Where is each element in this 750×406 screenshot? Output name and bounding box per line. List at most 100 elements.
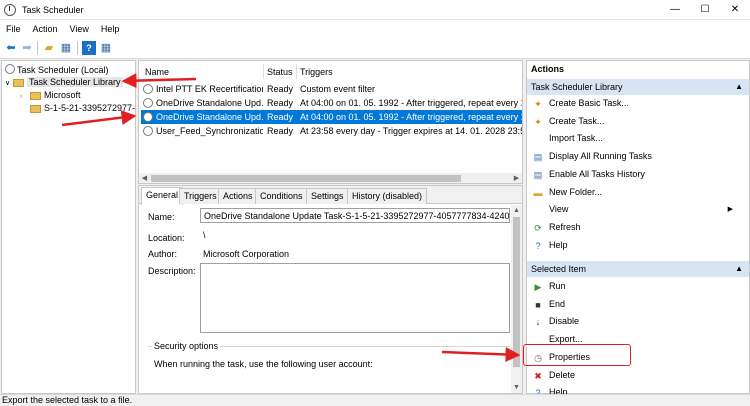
task-clock-icon — [143, 112, 153, 122]
scroll-right-icon[interactable]: ▶ — [511, 173, 522, 183]
column-header-status[interactable]: Status — [267, 67, 293, 77]
task-list: Name Status Triggers Intel PTT EK Recert… — [138, 60, 523, 184]
table-row[interactable]: OneDrive Standalone Upd... Ready At 04:0… — [141, 96, 522, 110]
table-row[interactable]: User_Feed_Synchronizatio... Ready At 23:… — [141, 124, 522, 138]
description-field[interactable] — [200, 263, 510, 333]
tree-item-local[interactable]: Task Scheduler (Local) — [5, 63, 109, 76]
title-bar: Task Scheduler — ☐ ✕ — [0, 0, 750, 20]
scroll-left-icon[interactable]: ◀ — [139, 173, 150, 183]
column-separator[interactable] — [263, 64, 264, 79]
collapse-caret-icon[interactable]: ▲ — [735, 261, 743, 277]
column-header-name[interactable]: Name — [145, 67, 169, 77]
help-icon[interactable]: ? — [82, 41, 96, 55]
menu-help[interactable]: Help — [95, 20, 126, 34]
security-options-label: Security options — [152, 341, 221, 351]
clock-icon — [5, 64, 15, 74]
tab-actions[interactable]: Actions — [218, 188, 258, 204]
disable-icon: ↓ — [535, 317, 541, 328]
action-item-refresh[interactable]: ⟳ Refresh — [527, 219, 749, 236]
collapse-caret-icon[interactable]: ▲ — [735, 79, 743, 95]
action-item-new-folder[interactable]: ▬ New Folder... — [527, 184, 749, 201]
task-clock-icon — [143, 84, 153, 94]
tree-item-sid-folder[interactable]: S-1-5-21-3395272977- — [30, 102, 135, 115]
name-label: Name: — [148, 212, 175, 222]
action-item-view[interactable]: View ▶ — [527, 201, 749, 218]
author-label: Author: — [148, 249, 178, 259]
action-item-enable-all-tasks-history[interactable]: ▤ Enable All Tasks History — [527, 166, 749, 183]
console-tree-icon[interactable]: ▦ — [59, 41, 73, 55]
tab-settings[interactable]: Settings — [306, 188, 349, 204]
menu-action[interactable]: Action — [27, 20, 64, 34]
properties-highlight-box — [523, 344, 631, 366]
column-separator[interactable] — [296, 64, 297, 79]
action-item-help[interactable]: ?Help — [527, 237, 749, 254]
end-icon: ■ — [535, 299, 541, 310]
tab-history[interactable]: History (disabled) — [347, 188, 428, 204]
tab-conditions[interactable]: Conditions — [255, 188, 308, 204]
scrollbar-thumb[interactable] — [151, 175, 461, 182]
scroll-up-icon[interactable]: ▲ — [511, 205, 522, 216]
create-basic-task-icon: ✦ — [534, 99, 542, 109]
console-tree: Task Scheduler (Local) ∨ Task Scheduler L… — [1, 60, 136, 394]
folder-up-icon[interactable]: ▰ — [42, 41, 56, 55]
action-item-delete[interactable]: ✖ Delete — [527, 367, 749, 384]
task-detail-pane: General Triggers Actions Conditions Sett… — [138, 185, 523, 394]
tab-triggers[interactable]: Triggers — [179, 188, 222, 204]
expand-chevron-icon[interactable]: › — [20, 90, 30, 103]
horizontal-scrollbar[interactable]: ◀ ▶ — [139, 173, 522, 183]
scrollbar-thumb[interactable] — [513, 217, 520, 367]
folder-icon — [13, 78, 24, 87]
action-item-end[interactable]: ■ End — [527, 296, 749, 313]
actions-header: Actions — [527, 61, 749, 78]
menu-bar: File Action View Help — [0, 20, 750, 37]
import-task-icon — [533, 134, 543, 144]
task-clock-icon — [143, 126, 153, 136]
close-button[interactable]: ✕ — [720, 0, 750, 20]
detail-tabs: General Triggers Actions Conditions Sett… — [139, 186, 522, 205]
table-row-selected[interactable]: OneDrive Standalone Upd... Ready At 04:0… — [141, 110, 522, 124]
toolbar-separator — [37, 41, 38, 55]
tree-item-microsoft[interactable]: › Microsoft — [20, 89, 81, 102]
create-task-icon: ✦ — [534, 116, 542, 127]
action-item-create-task[interactable]: ✦ Create Task... — [527, 113, 749, 130]
history-icon: ▤ — [533, 169, 543, 180]
scroll-down-icon[interactable]: ▼ — [511, 382, 522, 393]
maximize-button[interactable]: ☐ — [690, 0, 720, 20]
menu-file[interactable]: File — [0, 20, 27, 34]
new-folder-icon: ▬ — [533, 187, 543, 198]
action-item-run[interactable]: ▶ Run — [527, 278, 749, 295]
forward-arrow-icon[interactable]: ➡ — [20, 41, 34, 55]
action-item-display-all-running-tasks[interactable]: ▤ Display All Running Tasks — [527, 148, 749, 165]
menu-view[interactable]: View — [64, 20, 95, 34]
action-pane-icon[interactable]: ▦ — [99, 41, 113, 55]
section-selected-item[interactable]: Selected Item ▲ — [527, 261, 749, 277]
folder-icon — [30, 104, 41, 113]
section-library[interactable]: Task Scheduler Library ▲ — [527, 79, 749, 95]
vertical-scrollbar[interactable]: ▲ ▼ — [511, 205, 522, 393]
minimize-button[interactable]: — — [660, 0, 690, 20]
tab-general[interactable]: General — [141, 187, 184, 205]
description-label: Description: — [148, 266, 196, 276]
action-item-disable[interactable]: ↓ Disable — [527, 313, 749, 330]
delete-icon: ✖ — [534, 370, 542, 381]
status-bar: Export the selected task to a file. — [0, 394, 750, 406]
author-value: Microsoft Corporation — [203, 249, 290, 259]
name-field[interactable]: OneDrive Standalone Update Task-S-1-5-21… — [200, 208, 510, 223]
location-value: \ — [203, 230, 206, 240]
location-label: Location: — [148, 233, 185, 243]
toolbar-separator — [77, 41, 78, 55]
action-item-import-task[interactable]: Import Task... — [527, 130, 749, 147]
collapse-chevron-icon[interactable]: ∨ — [5, 77, 13, 90]
security-account-text: When running the task, use the following… — [154, 359, 373, 369]
window-title: Task Scheduler — [22, 5, 84, 15]
refresh-icon: ⟳ — [534, 222, 542, 233]
task-scheduler-clock-icon — [4, 4, 16, 16]
action-item-create-basic-task[interactable]: ✦ Create Basic Task... — [527, 95, 749, 112]
running-tasks-icon: ▤ — [533, 152, 543, 163]
column-header-triggers[interactable]: Triggers — [300, 67, 333, 77]
table-row[interactable]: Intel PTT EK Recertification Ready Custo… — [141, 82, 522, 96]
tree-item-library[interactable]: ∨ Task Scheduler Library — [5, 76, 123, 89]
task-clock-icon — [143, 98, 153, 108]
view-icon — [533, 205, 543, 215]
back-arrow-icon[interactable]: ⬅ — [4, 41, 18, 55]
